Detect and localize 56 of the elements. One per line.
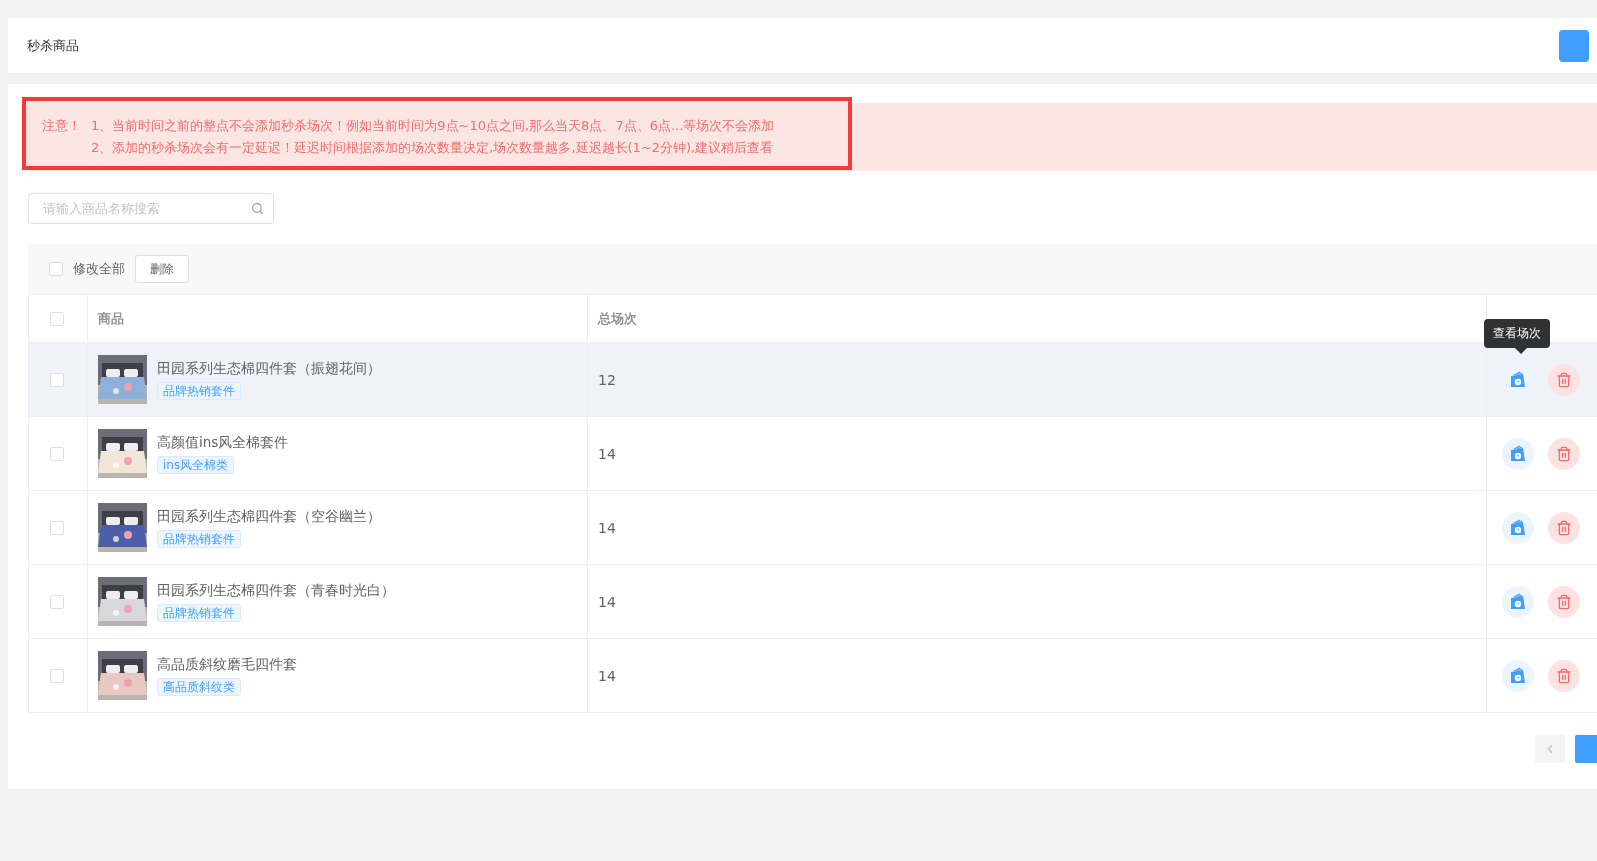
product-tag: 品牌热销套件 [157, 603, 241, 622]
product-tag: 品牌热销套件 [157, 381, 241, 400]
product-name: 田园系列生态棉四件套（振翅花间） [157, 359, 381, 378]
delete-button[interactable] [1548, 585, 1580, 618]
bag-clock-icon [1510, 667, 1526, 684]
view-sessions-button[interactable] [1502, 363, 1534, 396]
session-count: 14 [598, 519, 616, 536]
session-count: 14 [598, 667, 616, 684]
search-field[interactable]: 请输入商品名称搜索 [28, 193, 274, 224]
table-row[interactable]: 高颜值ins风全棉套件 ins风全棉类 14 [29, 417, 1597, 491]
trash-icon [1556, 371, 1572, 388]
notice-text: 1、当前时间之前的整点不会添加秒杀场次！例如当前时间为9点~10点之间,那么当天8点、7点、6点...等场次不会添加 [91, 117, 775, 135]
tooltip-arrow [1515, 347, 1527, 354]
checkbox[interactable] [50, 520, 64, 535]
product-name: 田园系列生态棉四件套（青春时光白） [157, 581, 395, 600]
view-sessions-button[interactable] [1502, 585, 1534, 618]
product-tag: 品牌热销套件 [157, 529, 241, 548]
trash-icon [1556, 445, 1572, 462]
tooltip: 查看场次 [1484, 318, 1550, 348]
product-name: 高颜值ins风全棉套件 [157, 433, 289, 452]
product-name: 高品质斜纹磨毛四件套 [157, 655, 297, 674]
select-all-label: 修改全部 [73, 260, 125, 278]
delete-button[interactable] [1548, 659, 1580, 692]
search-icon [251, 202, 264, 215]
page-title: 秒杀商品 [27, 36, 79, 55]
bag-clock-icon [1510, 445, 1526, 462]
delete-button[interactable] [1548, 511, 1580, 544]
checkbox[interactable] [50, 446, 64, 461]
session-count: 14 [598, 445, 616, 462]
notice-text: 2、添加的秒杀场次会有一定延迟！延迟时间根据添加的场次数量决定,场次数量越多,延迟越长(1~2分钟),建议稍后查看 [91, 139, 775, 157]
delete-button[interactable]: 删除 [135, 255, 189, 283]
view-sessions-button[interactable] [1502, 659, 1534, 692]
notice-label: 注意！ [42, 117, 81, 135]
delete-button[interactable] [1548, 437, 1580, 470]
checkbox[interactable] [50, 372, 64, 387]
table-row[interactable]: 高品质斜纹磨毛四件套 高品质斜纹类 14 [29, 639, 1597, 713]
bag-clock-icon [1510, 519, 1526, 536]
session-count: 12 [598, 371, 616, 388]
checkbox[interactable] [50, 668, 64, 683]
checkbox[interactable] [50, 311, 64, 326]
product-tag: ins风全棉类 [157, 455, 235, 474]
product-name: 田园系列生态棉四件套（空谷幽兰） [157, 507, 381, 526]
trash-icon [1556, 593, 1572, 610]
table-row[interactable]: 田园系列生态棉四件套（空谷幽兰） 品牌热销套件 14 [29, 491, 1597, 565]
checkbox[interactable] [50, 594, 64, 609]
product-tag: 高品质斜纹类 [157, 677, 241, 696]
bag-clock-icon [1510, 593, 1526, 610]
bag-clock-icon [1510, 371, 1526, 388]
delete-button[interactable] [1548, 363, 1580, 396]
trash-icon [1556, 667, 1572, 684]
table-row[interactable]: 田园系列生态棉四件套（青春时光白） 品牌热销套件 14 [29, 565, 1597, 639]
view-sessions-button[interactable] [1502, 511, 1534, 544]
session-count: 14 [598, 593, 616, 610]
checkbox[interactable] [49, 262, 63, 276]
trash-icon [1556, 519, 1572, 536]
view-sessions-button[interactable] [1502, 437, 1534, 470]
